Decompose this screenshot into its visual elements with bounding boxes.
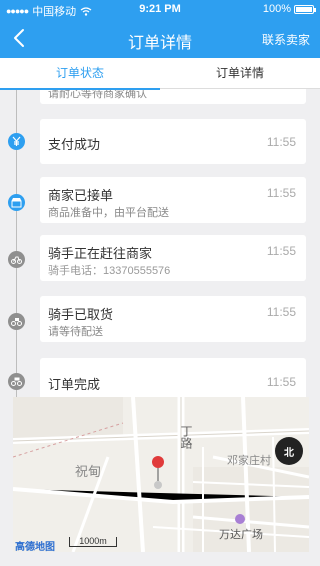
compass-north-label: 北 [284,447,294,459]
timeline-card-picked-up: 骑手已取货 请等待配送 11:55 [40,296,306,342]
status-bar: ●●●●● 中国移动 9:21 PM 100% [0,0,320,18]
step-time: 11:55 [266,375,296,389]
nav-bar: 订单详情 联系卖家 [0,18,320,58]
compass-button[interactable]: 北 [275,437,303,465]
step-name: 骑手正在赶往商家 [48,246,153,261]
rider-phone[interactable]: 骑手电话：13370555576 [48,262,170,278]
step-name: 商家已接单 [48,188,114,203]
map-logo: 高德地图 [15,542,55,552]
timeline-card-rider-en-route: 骑手正在赶往商家 骑手电话：13370555576 11:55 [40,235,306,281]
timeline-card-accepted: 商家已接单 商品准备中，由平台配送 11:55 [40,177,306,223]
battery-percent: 100% [262,3,291,15]
step-time: 11:55 [266,186,296,200]
timeline-card-payment: 支付成功 11:55 [40,119,306,164]
map-scale-label: 1000m [79,536,107,546]
tab-order-details-overlay[interactable]: 订单详情 [160,58,320,89]
tab-order-status-overlay[interactable]: 订单状态 [0,58,160,90]
delivery-map[interactable]: 祝甸 丁路 邓家庄村 万达广场 北 高德地图 1000m [13,397,309,552]
scooter-icon [8,251,25,268]
step-name: 骑手已取货 [48,307,114,322]
plaza-icon [235,514,245,524]
scooter-done-icon [8,373,25,390]
step-time: 11:55 [266,244,296,258]
yuan-icon [8,133,25,150]
scooter-package-icon [8,313,25,330]
map-scale: 1000m [69,537,117,547]
step-name: 支付成功 [48,137,101,152]
step-time: 11:55 [266,135,296,149]
step-sub: 请等待配送 [48,326,103,338]
tab-bar-overlay: 订单状态 订单详情 [0,58,320,90]
location-pin-icon[interactable] [151,455,165,481]
map-label-plaza: 万达广场 [219,529,263,541]
battery-group: 100% [262,3,316,15]
step-time: 11:55 [266,305,296,319]
map-label-district: 祝甸 [75,464,102,479]
step-name: 订单完成 [48,377,101,392]
contact-seller-button[interactable]: 联系卖家 [262,31,310,48]
step-sub: 商品准备中，由平台配送 [48,207,169,219]
map-label-village: 邓家庄村 [227,455,271,467]
battery-icon [294,4,316,14]
store-icon [8,194,25,211]
map-label-road: 丁路 [179,425,193,449]
